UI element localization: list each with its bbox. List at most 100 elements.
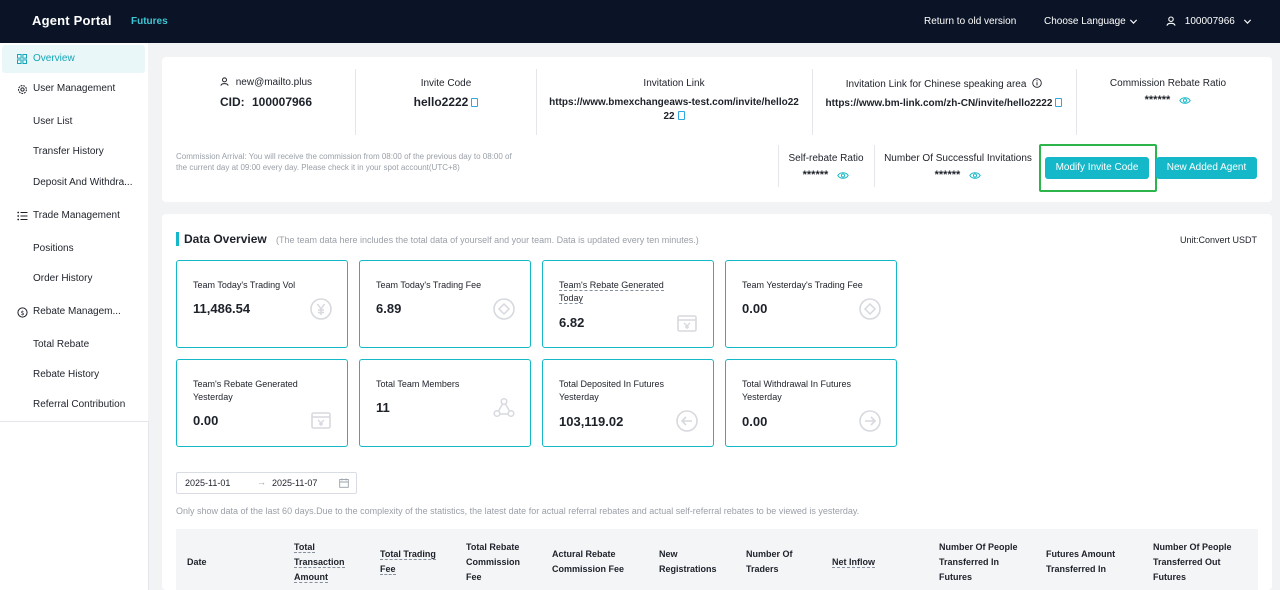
invitations-label: Number Of Successful Invitations	[884, 153, 1032, 164]
commission-ratio-row: ******	[1076, 94, 1260, 106]
cid-row: CID: 100007966	[176, 95, 356, 109]
invitations-value: ******	[934, 169, 961, 181]
sidebar-item-trade-management[interactable]: Trade Management	[0, 202, 148, 230]
cid-label: CID:	[219, 95, 245, 109]
date-start[interactable]: 2025-11-01	[185, 478, 230, 488]
column-header-total-trading-fee[interactable]: Total Trading Fee	[380, 547, 444, 577]
sidebar-item-rebate-history[interactable]: Rebate History	[0, 361, 148, 389]
date-range-picker[interactable]: 2025-11-01 → 2025-11-07	[176, 472, 357, 494]
wallet-icon	[677, 315, 697, 332]
svg-text:$: $	[20, 308, 24, 316]
self-rebate-row: ******	[778, 169, 874, 181]
stat-label: Team Today's Trading Fee	[376, 280, 482, 290]
stat-label: Total Withdrawal In Futures Yesterday	[742, 379, 852, 402]
language-label: Choose Language	[1044, 16, 1126, 27]
calendar-icon[interactable]	[339, 478, 349, 488]
data-overview-title: Data Overview	[184, 232, 267, 246]
column-header-new-registrations: New Registrations	[659, 549, 717, 574]
successful-invitations-block: Number Of Successful Invitations ******	[878, 153, 1038, 217]
sidebar-edge	[148, 421, 149, 590]
return-old-version-link[interactable]: Return to old version	[924, 16, 1016, 27]
invitation-link-line2: 22	[663, 111, 675, 122]
sidebar-item-user-list[interactable]: User List	[0, 108, 148, 136]
list-icon	[16, 202, 28, 230]
sidebar: Overview User Management User List Trans…	[0, 43, 148, 590]
commission-ratio-label: Commission Rebate Ratio	[1109, 78, 1227, 89]
stat-value: 11,486.54	[193, 301, 251, 316]
tab-futures[interactable]: Futures	[131, 16, 168, 27]
cn-invitation-link-block: Invitation Link for Chinese speaking are…	[812, 69, 1076, 133]
column-header-people-transferred-out: Number Of People Transferred Out Futures	[1153, 542, 1232, 582]
column-header-actual-rebate: Actural Rebate Commission Fee	[552, 549, 625, 574]
new-added-agent-button[interactable]: New Added Agent	[1156, 157, 1257, 179]
cn-link-label-row: Invitation Link for Chinese speaking are…	[812, 78, 1076, 90]
account-menu[interactable]: 100007966	[1166, 16, 1252, 27]
yen-coin-icon	[310, 298, 332, 320]
stat-value: 0.00	[193, 413, 219, 428]
modify-invite-code-button[interactable]: Modify Invite Code	[1045, 157, 1149, 179]
sidebar-item-referral-contribution[interactable]: Referral Contribution	[0, 391, 148, 419]
account-id: 100007966	[1184, 16, 1235, 27]
column-header-total-rebate: Total Rebate Commission Fee	[466, 542, 521, 582]
invite-code-block: Invite Code hello2222	[356, 69, 536, 133]
sidebar-item-label: User Management	[33, 83, 116, 94]
eye-icon[interactable]	[837, 171, 850, 180]
cn-link-row: https://www.bm-link.com/zh-CN/invite/hel…	[812, 97, 1076, 111]
sidebar-item-deposit-withdraw[interactable]: Deposit And Withdra...	[0, 169, 148, 197]
stat-card-team-members: Total Team Members 11	[359, 359, 531, 447]
sidebar-item-label: Transfer History	[33, 146, 104, 157]
stat-label: Total Deposited In Futures Yesterday	[559, 379, 665, 402]
stat-value: 0.00	[742, 301, 768, 316]
sidebar-item-order-history[interactable]: Order History	[0, 265, 148, 293]
commission-arrival-note: Commission Arrival: You will receive the…	[176, 152, 512, 172]
section-accent-bar	[176, 232, 179, 246]
sidebar-item-transfer-history[interactable]: Transfer History	[0, 138, 148, 166]
team-icon	[493, 397, 515, 418]
sidebar-item-user-management[interactable]: User Management	[0, 75, 148, 103]
wallet-icon	[311, 412, 331, 429]
sidebar-item-rebate-management[interactable]: $ Rebate Managem...	[0, 298, 148, 326]
column-header-net-inflow[interactable]: Net Inflow	[832, 555, 875, 570]
stat-label: Team Yesterday's Trading Fee	[742, 280, 863, 290]
stat-card-team-today-fee: Team Today's Trading Fee 6.89	[359, 260, 531, 348]
agent-info-card: new@mailto.plus CID: 100007966 Invite Co…	[162, 57, 1272, 202]
sidebar-item-positions[interactable]: Positions	[0, 235, 148, 263]
self-rebate-block: Self-rebate Ratio ******	[778, 153, 874, 217]
arrow-in-icon	[676, 410, 698, 432]
copy-icon[interactable]	[1055, 98, 1063, 107]
column-header-total-transaction[interactable]: Total Transaction Amount	[294, 540, 356, 585]
email-row: new@mailto.plus	[176, 77, 356, 88]
diamond-coin-icon	[859, 298, 881, 320]
stat-value: 11	[376, 400, 390, 415]
stat-label: Team Today's Trading Vol	[193, 280, 296, 290]
grid-icon	[16, 45, 28, 73]
column-header-label: Net Inflow	[832, 557, 875, 568]
eye-icon[interactable]	[1179, 96, 1192, 105]
sidebar-item-total-rebate[interactable]: Total Rebate	[0, 331, 148, 359]
data-overview-card: Data Overview (The team data here includ…	[162, 214, 1272, 590]
date-range-note: Only show data of the last 60 days.Due t…	[176, 506, 860, 516]
sidebar-item-label: Deposit And Withdra...	[33, 177, 133, 188]
sidebar-item-label: Rebate History	[33, 369, 100, 380]
column-header-number-of-traders: Number Of Traders	[746, 549, 793, 574]
invitation-link-row2: 22	[536, 110, 812, 124]
copy-icon[interactable]	[677, 111, 685, 120]
sidebar-item-label: User List	[33, 116, 73, 127]
stat-value: 6.82	[559, 315, 585, 330]
arrow-right-icon: →	[257, 477, 266, 487]
brand-title[interactable]: Agent Portal	[32, 13, 112, 28]
copy-icon[interactable]	[471, 98, 479, 107]
stat-label: Team's Rebate Generated Yesterday	[193, 379, 298, 402]
date-end[interactable]: 2025-11-07	[272, 478, 317, 488]
sidebar-item-overview[interactable]: Overview	[2, 45, 145, 73]
eye-icon[interactable]	[969, 171, 982, 180]
chevron-down-icon	[1129, 19, 1137, 24]
agent-email: new@mailto.plus	[235, 77, 313, 88]
top-bar: Agent Portal Futures Return to old versi…	[0, 0, 1280, 43]
invitation-link-line1: https://www.bmexchangeaws-test.com/invit…	[549, 97, 799, 108]
column-header-label: Total Trading Fee	[380, 549, 436, 575]
info-icon[interactable]	[1032, 78, 1042, 88]
language-select[interactable]: Choose Language	[1044, 16, 1138, 27]
unit-label: Unit:Convert USDT	[1179, 235, 1257, 245]
invite-code-label: Invite Code	[420, 78, 472, 89]
